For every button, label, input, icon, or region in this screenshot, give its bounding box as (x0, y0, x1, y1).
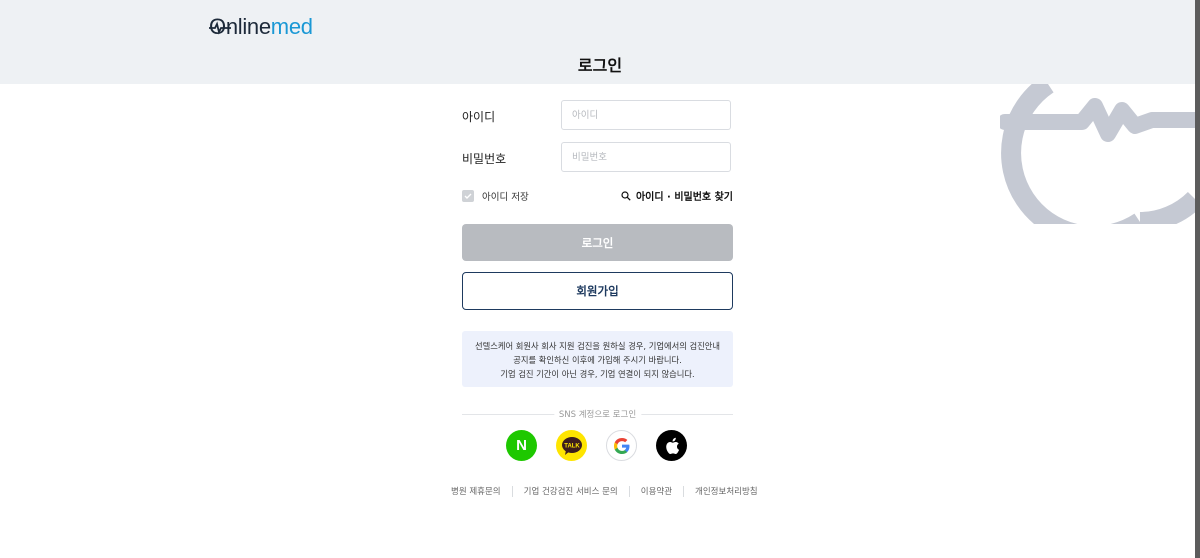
footer-links: 병원 제휴문의 기업 건강검진 서비스 문의 이용약관 개인정보처리방침 (451, 485, 758, 497)
save-id-option[interactable]: 아이디 저장 (462, 189, 529, 203)
sns-divider-text: SNS 계정으로 로그인 (553, 408, 642, 420)
find-id-password-link[interactable]: 아이디 · 비밀번호 찾기 (621, 188, 733, 203)
apple-login-button[interactable] (656, 430, 687, 461)
google-login-button[interactable] (606, 430, 637, 461)
footer-separator (683, 485, 685, 497)
footer-link-corporate-checkup[interactable]: 기업 건강검진 서비스 문의 (524, 485, 618, 497)
search-icon (621, 190, 631, 201)
onlinemed-logo[interactable]: Onlinemed (209, 14, 313, 40)
scrollbar[interactable] (1195, 0, 1200, 558)
sns-divider: SNS 계정으로 로그인 (462, 408, 733, 420)
notice-line: 기업 검진 기간이 아닌 경우, 기업 연결이 되지 않습니다. (500, 369, 695, 379)
corporate-notice: 선텔스케어 회원사 회사 지원 검진을 원하실 경우, 기업에서의 검진안내 공… (462, 331, 733, 387)
notice-line: 공지를 확인하신 이후에 가입해 주시기 바랍니다. (513, 355, 682, 365)
naver-login-button[interactable]: N (506, 430, 537, 461)
password-input[interactable] (561, 142, 731, 172)
save-id-checkbox[interactable] (462, 190, 474, 202)
signup-button[interactable]: 회원가입 (462, 272, 733, 310)
check-icon (464, 193, 472, 199)
notice-line: 선텔스케어 회원사 회사 지원 검진을 원하실 경우, 기업에서의 검진안내 (474, 341, 721, 351)
sns-login-buttons: N TALK (506, 430, 687, 461)
login-button[interactable]: 로그인 (462, 224, 733, 261)
kakao-login-button[interactable]: TALK (556, 430, 587, 461)
find-id-password-text: 아이디 · 비밀번호 찾기 (635, 192, 733, 203)
svg-text:TALK: TALK (564, 443, 580, 449)
footer-link-privacy-policy[interactable]: 개인정보처리방침 (695, 485, 758, 497)
footer-link-hospital-partnership[interactable]: 병원 제휴문의 (451, 485, 501, 497)
save-id-label: 아이디 저장 (482, 192, 529, 203)
id-row: 아이디 (462, 100, 733, 132)
naver-icon: N (516, 437, 527, 454)
apple-icon (665, 437, 679, 454)
header: Onlinemed 로그인 (0, 0, 1200, 84)
kakao-talk-icon: TALK (561, 436, 582, 455)
footer-link-terms[interactable]: 이용약관 (641, 485, 672, 497)
password-label: 비밀번호 (462, 152, 507, 166)
logo-heartbeat-icon (209, 21, 231, 35)
footer-separator (628, 485, 630, 497)
page-title: 로그인 (577, 56, 623, 75)
footer-separator (511, 485, 513, 497)
background-heartbeat-decoration (1000, 84, 1195, 224)
password-row: 비밀번호 (462, 142, 733, 174)
google-icon (613, 437, 629, 454)
id-label: 아이디 (462, 110, 496, 124)
id-input[interactable] (561, 100, 731, 130)
